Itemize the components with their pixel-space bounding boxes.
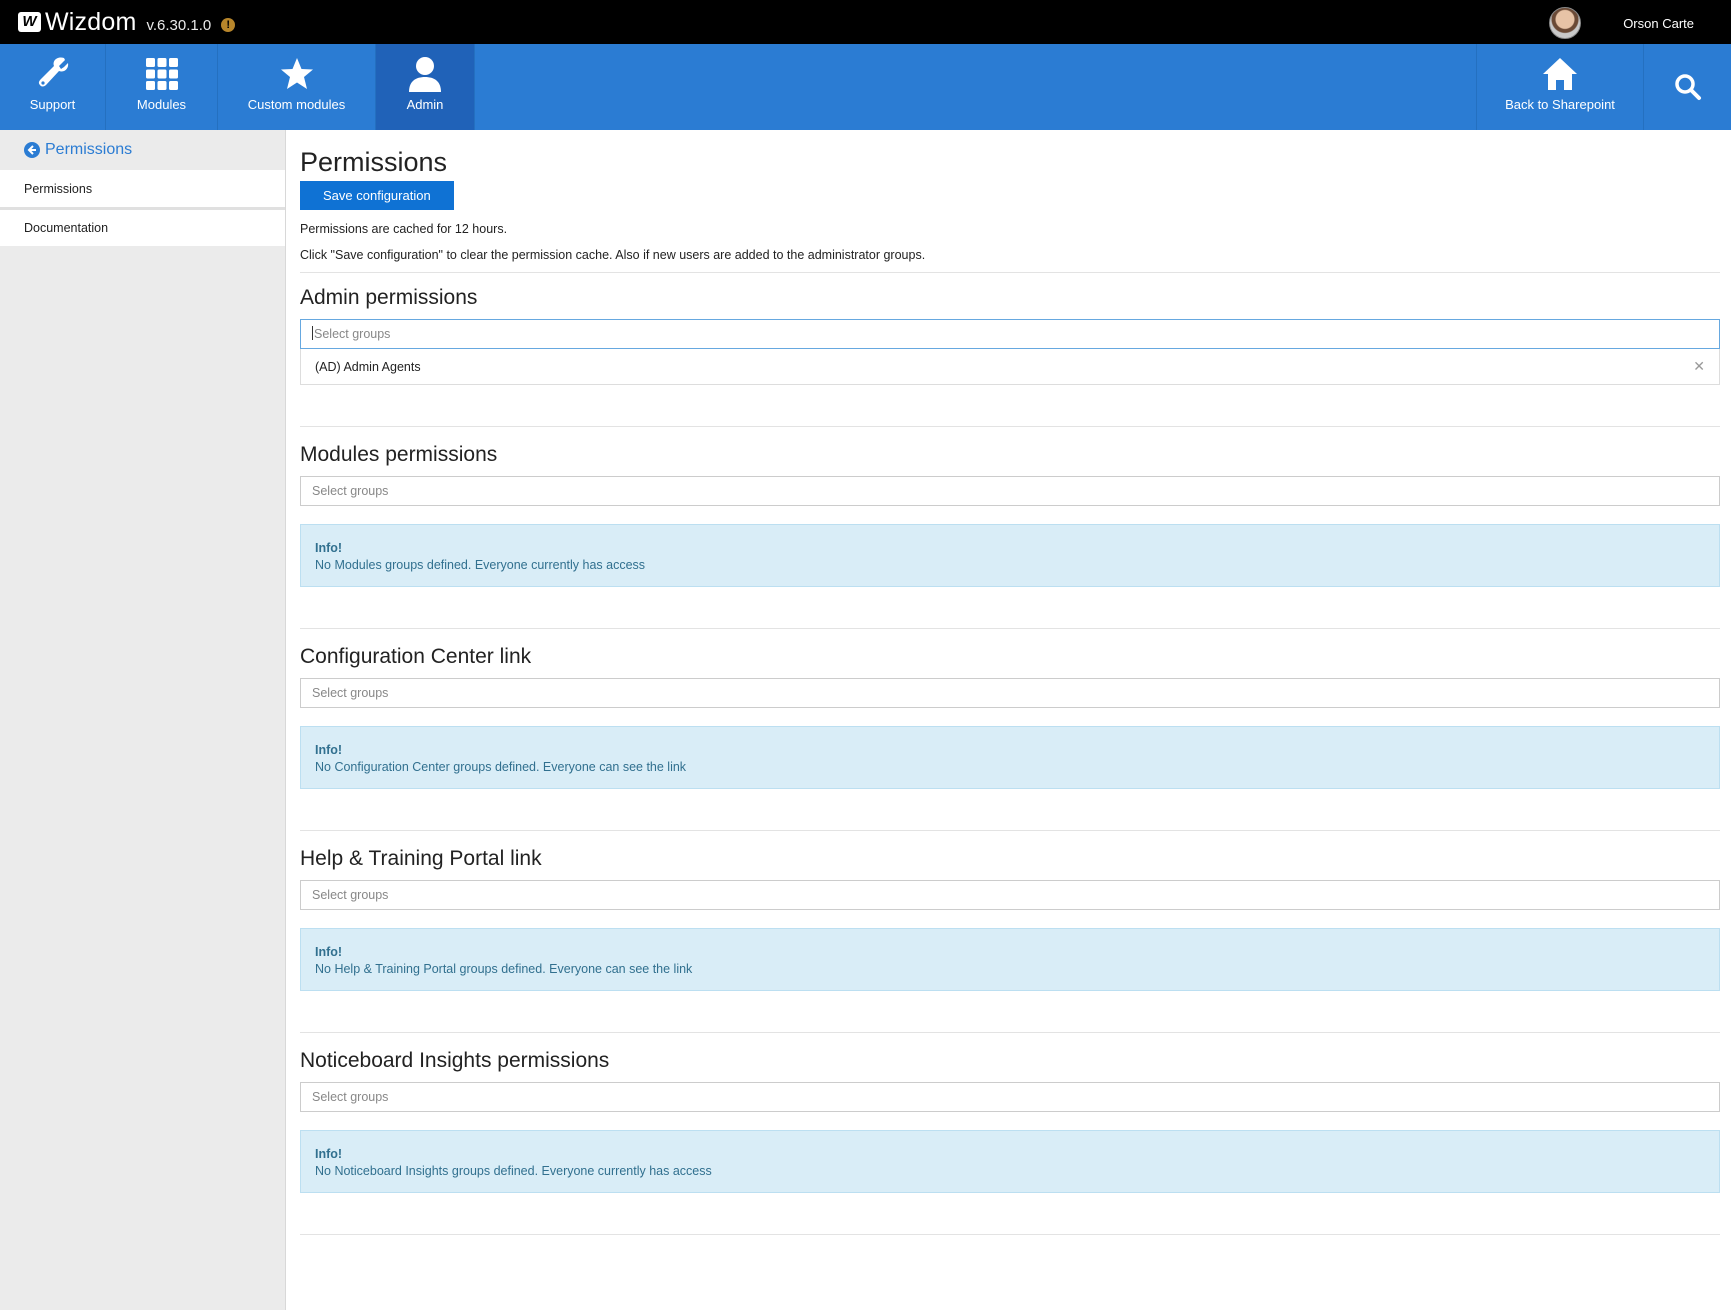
cache-clear-note: Click "Save configuration" to clear the …: [300, 248, 926, 262]
admin-groups-select[interactable]: Select groups: [300, 319, 1720, 349]
sidebar-item-label: Documentation: [24, 221, 109, 235]
config-center-groups-select[interactable]: Select groups: [300, 678, 1720, 708]
modules-groups-select[interactable]: Select groups: [300, 476, 1720, 506]
top-bar: W Wizdom v.6.30.1.0 ! Orson Carte: [0, 0, 1731, 44]
grid-icon: [145, 56, 178, 92]
nav-admin[interactable]: Admin: [376, 44, 475, 130]
sidebar-back-link[interactable]: Permissions: [0, 130, 285, 170]
avatar[interactable]: [1549, 7, 1582, 39]
select-placeholder: Select groups: [312, 686, 389, 700]
select-placeholder: Select groups: [314, 327, 391, 341]
user-menu[interactable]: Orson Carte: [1549, 7, 1694, 39]
sidebar-item-label: Permissions: [24, 181, 93, 196]
select-placeholder: Select groups: [312, 1090, 389, 1104]
select-placeholder: Select groups: [312, 484, 389, 498]
section-modules-permissions: Modules permissions Select groups Info! …: [300, 440, 1720, 629]
info-text: No Configuration Center groups defined. …: [315, 760, 687, 774]
divider: [300, 272, 1720, 273]
info-text: No Modules groups defined. Everyone curr…: [315, 558, 646, 572]
nav-custom-modules[interactable]: Custom modules: [218, 44, 376, 130]
info-title: Info!: [315, 1147, 343, 1161]
section-title: Modules permissions: [300, 443, 498, 466]
section-help-training-portal: Help & Training Portal link Select group…: [300, 844, 1720, 1033]
remove-group-icon[interactable]: ✕: [1693, 358, 1705, 375]
sidebar-item-permissions[interactable]: Permissions: [0, 170, 285, 210]
warning-icon[interactable]: !: [221, 18, 236, 32]
section-admin-permissions: Admin permissions Select groups (AD) Adm…: [300, 283, 1720, 427]
save-configuration-button[interactable]: Save configuration: [300, 181, 454, 210]
info-alert: Info! No Modules groups defined. Everyon…: [300, 524, 1720, 587]
nav-back-label: Back to Sharepoint: [1505, 97, 1615, 112]
user-icon: [408, 56, 442, 92]
nav-admin-label: Admin: [406, 97, 444, 112]
section-title: Configuration Center link: [300, 645, 532, 668]
section-title: Admin permissions: [300, 286, 478, 309]
user-name[interactable]: Orson Carte: [1623, 16, 1694, 31]
nav-support-label: Support: [29, 97, 76, 112]
section-title: Help & Training Portal link: [300, 847, 542, 870]
nav-modules[interactable]: Modules: [106, 44, 218, 130]
sidebar-header-label: Permissions: [45, 141, 133, 158]
main-nav: Support Modules Custom modules Admin Bac…: [0, 44, 1731, 130]
info-title: Info!: [315, 541, 343, 555]
section-configuration-center: Configuration Center link Select groups …: [300, 642, 1720, 831]
info-alert: Info! No Noticeboard Insights groups def…: [300, 1130, 1720, 1193]
sidebar: Permissions Permissions Documentation: [0, 130, 286, 1310]
version-label: v.6.30.1.0: [146, 16, 212, 34]
sidebar-item-documentation[interactable]: Documentation: [0, 210, 285, 249]
main-content: Permissions Save configuration Permissio…: [300, 130, 1720, 1235]
section-title: Noticeboard Insights permissions: [300, 1049, 610, 1072]
search-button[interactable]: [1644, 44, 1731, 130]
info-title: Info!: [315, 945, 343, 959]
brand-name: Wizdom: [45, 8, 137, 36]
info-text: No Help & Training Portal groups defined…: [315, 962, 693, 976]
selected-group-label: (AD) Admin Agents: [315, 359, 421, 374]
nav-support[interactable]: Support: [0, 44, 106, 130]
search-icon: [1674, 69, 1702, 105]
selected-group-item: (AD) Admin Agents ✕: [300, 349, 1720, 385]
nav-back-to-sharepoint[interactable]: Back to Sharepoint: [1476, 44, 1644, 130]
home-icon: [1542, 56, 1578, 92]
brand[interactable]: W Wizdom v.6.30.1.0 !: [18, 8, 236, 36]
nav-custom-modules-label: Custom modules: [247, 97, 346, 112]
section-noticeboard-insights: Noticeboard Insights permissions Select …: [300, 1046, 1720, 1235]
nav-modules-label: Modules: [136, 97, 187, 112]
info-title: Info!: [315, 743, 343, 757]
info-alert: Info! No Configuration Center groups def…: [300, 726, 1720, 789]
cache-note: Permissions are cached for 12 hours.: [300, 222, 508, 236]
arrow-left-circle-icon: [24, 142, 40, 158]
noticeboard-groups-select[interactable]: Select groups: [300, 1082, 1720, 1112]
info-text: No Noticeboard Insights groups defined. …: [315, 1164, 712, 1178]
select-placeholder: Select groups: [312, 888, 389, 902]
help-portal-groups-select[interactable]: Select groups: [300, 880, 1720, 910]
wrench-icon: [35, 56, 71, 92]
info-alert: Info! No Help & Training Portal groups d…: [300, 928, 1720, 991]
star-icon: [280, 56, 314, 92]
wizdom-logo-icon: W: [18, 12, 41, 32]
page-title: Permissions: [300, 147, 448, 177]
